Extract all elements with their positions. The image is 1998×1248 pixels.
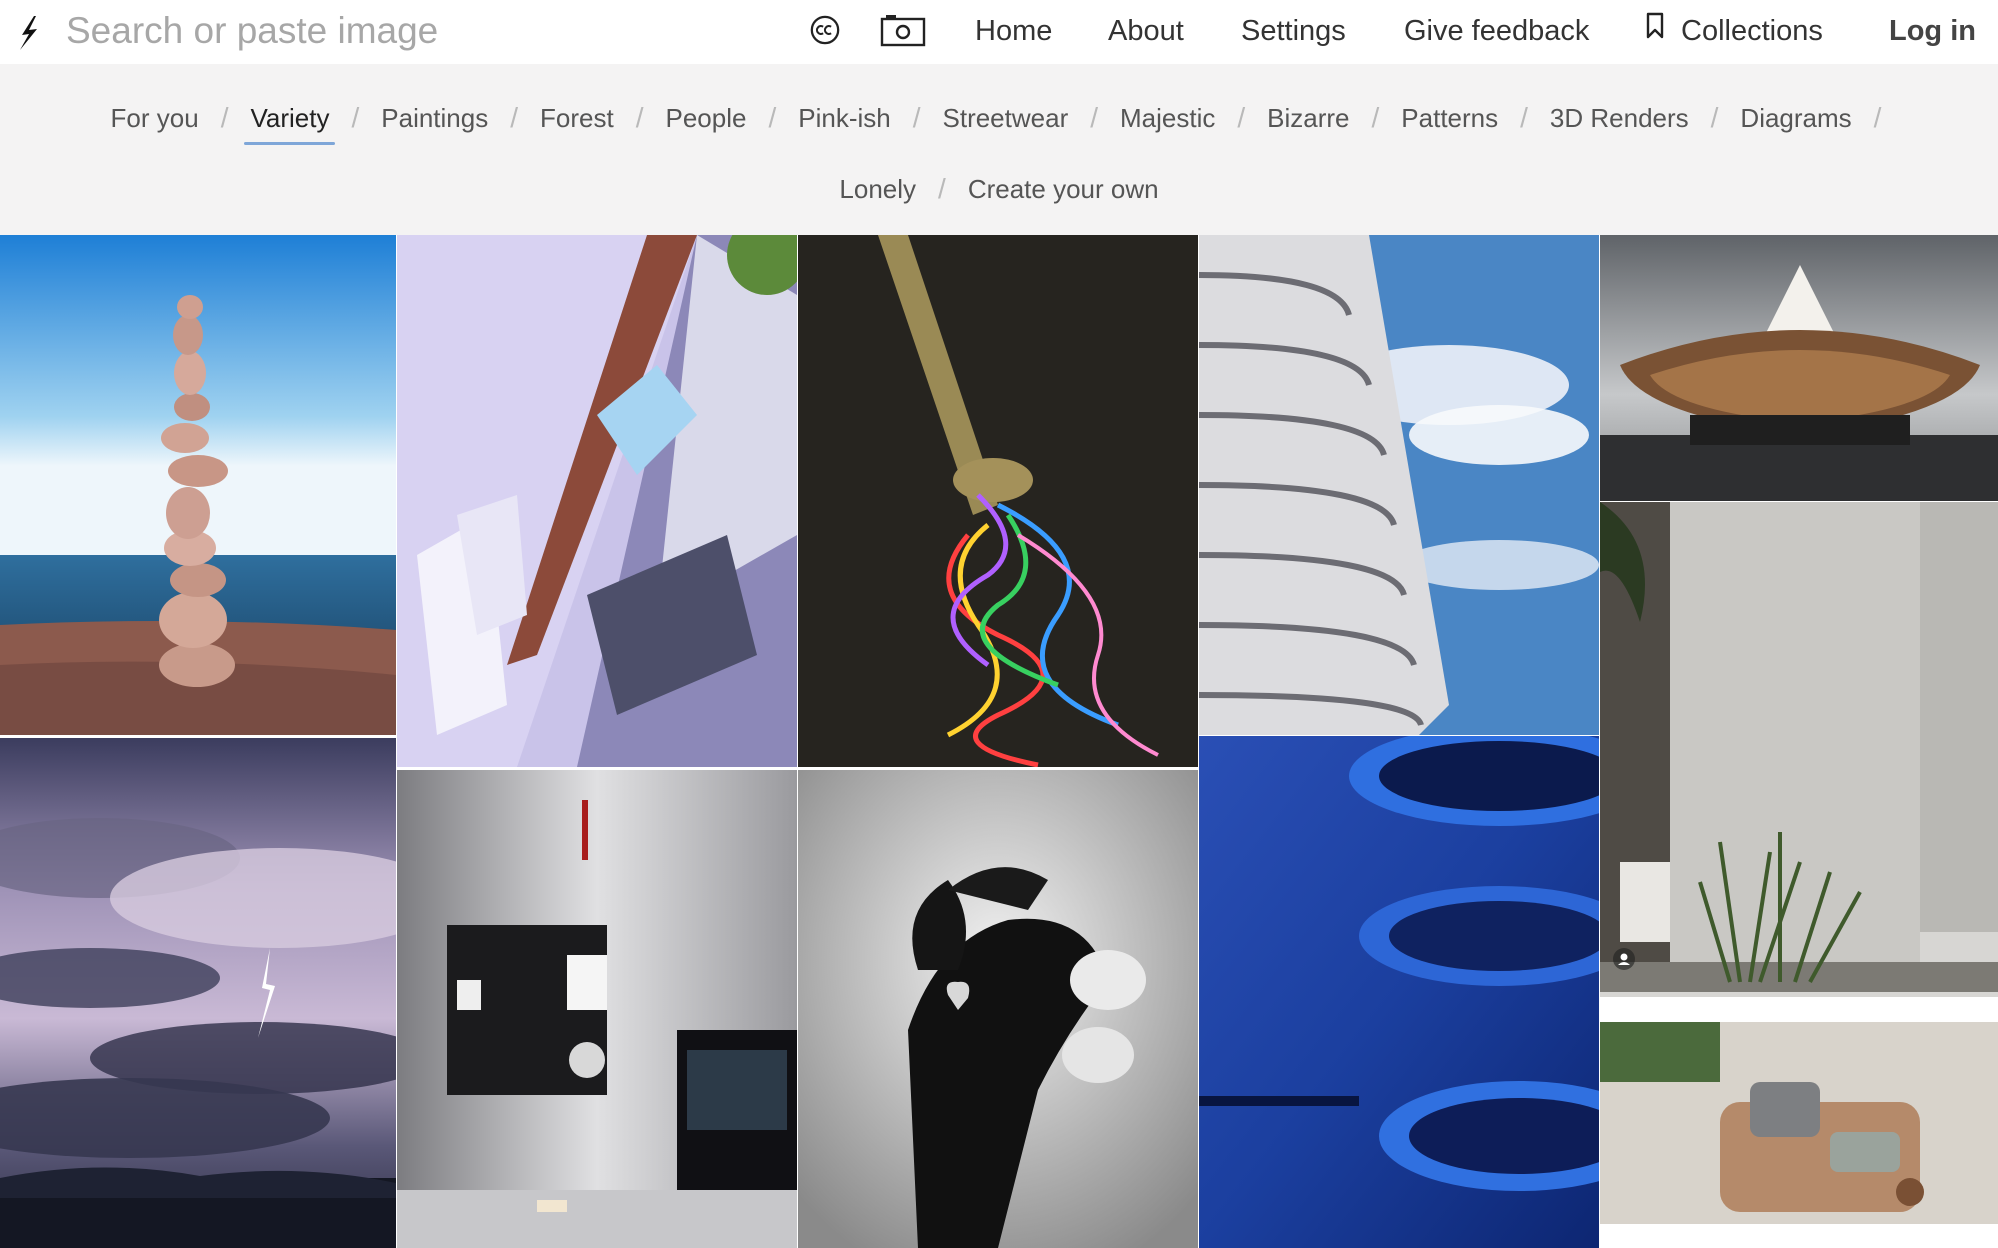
image-tile-chairs-alley[interactable]	[397, 235, 797, 767]
category-separator: /	[768, 102, 777, 133]
category-3d-renders[interactable]: 3D Renders	[1542, 103, 1697, 134]
image-tile-heart-hands-splash[interactable]	[798, 770, 1198, 1248]
category-separator: /	[510, 102, 519, 133]
nav-about-link[interactable]: About	[1108, 9, 1184, 53]
category-majestic[interactable]: Majestic	[1112, 103, 1223, 134]
category-bizarre[interactable]: Bizarre	[1259, 103, 1357, 134]
category-separator: /	[912, 102, 921, 133]
image-tile-stacked-stones[interactable]	[0, 235, 396, 735]
category-separator: /	[1520, 102, 1528, 133]
category-paintings[interactable]: Paintings	[373, 103, 496, 134]
camera-icon[interactable]	[880, 10, 926, 50]
image-tile-domed-pavilion[interactable]	[1600, 235, 1998, 501]
category-bar: For you / Variety / Paintings / Forest /…	[0, 64, 1998, 235]
nav-home-link[interactable]: Home	[975, 9, 1052, 53]
category-people[interactable]: People	[657, 103, 754, 134]
category-variety[interactable]: Variety	[242, 103, 337, 145]
image-tile-clarinet-ribbons[interactable]	[798, 235, 1198, 767]
nav-collections-link[interactable]: Collections	[1645, 9, 1823, 53]
category-row: For you / Variety / Paintings / Forest /…	[0, 93, 1998, 145]
image-tile-desk-pegboard[interactable]	[397, 770, 797, 1248]
category-separator: /	[1710, 102, 1719, 133]
user-icon	[1612, 947, 1636, 971]
bookmark-icon	[1645, 9, 1665, 53]
login-button[interactable]: Log in	[1889, 9, 1976, 53]
category-separator: /	[220, 102, 229, 133]
category-forest[interactable]: Forest	[532, 103, 622, 134]
lightning-bolt-icon[interactable]	[12, 8, 44, 56]
creative-commons-icon[interactable]	[808, 10, 842, 50]
collections-label: Collections	[1681, 15, 1823, 47]
image-tile-lightning-storm[interactable]	[0, 738, 396, 1248]
search-input[interactable]	[66, 6, 686, 56]
image-tile-blue-ceramic[interactable]	[1199, 736, 1599, 1248]
top-bar: Home About Settings Give feedback Collec…	[0, 0, 1998, 64]
category-separator: /	[1090, 102, 1099, 133]
nav-give-feedback-link[interactable]: Give feedback	[1404, 9, 1589, 53]
category-separator: /	[938, 173, 946, 204]
category-create-your-own[interactable]: Create your own	[960, 174, 1167, 205]
category-separator: /	[1237, 102, 1246, 133]
category-for-you[interactable]: For you	[103, 103, 207, 134]
category-separator: /	[635, 102, 644, 133]
image-tile-balcony-building[interactable]	[1199, 235, 1599, 735]
image-grid	[0, 235, 1998, 1248]
category-separator: /	[351, 102, 360, 133]
category-lonely[interactable]: Lonely	[831, 174, 924, 205]
category-separator: /	[1371, 102, 1380, 133]
nav-settings-link[interactable]: Settings	[1241, 9, 1346, 53]
category-pink-ish[interactable]: Pink-ish	[790, 103, 898, 134]
category-row: Lonely / Create your own	[0, 164, 1998, 214]
image-tile-concrete-courtyard[interactable]	[1600, 502, 1998, 1224]
category-diagrams[interactable]: Diagrams	[1732, 103, 1859, 134]
category-streetwear[interactable]: Streetwear	[935, 103, 1077, 134]
category-patterns[interactable]: Patterns	[1393, 103, 1506, 134]
category-separator: /	[1873, 102, 1882, 133]
